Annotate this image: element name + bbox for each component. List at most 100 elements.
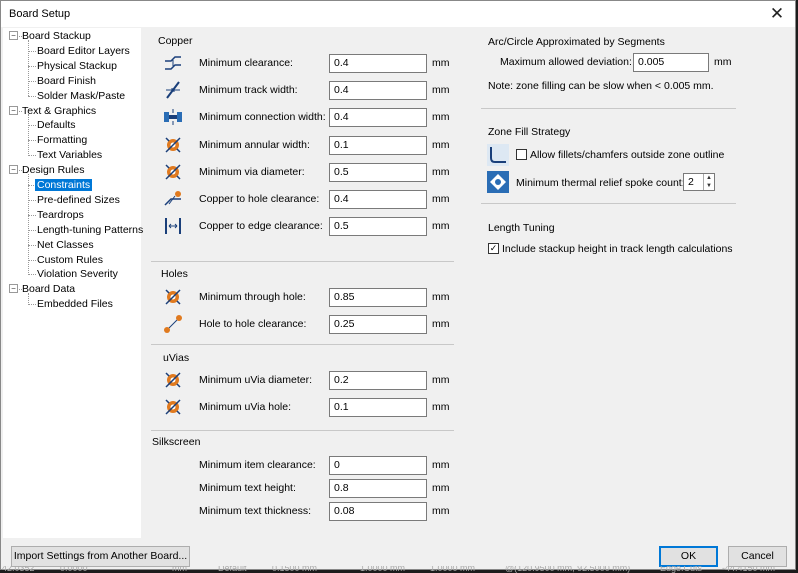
field-label: Minimum uVia hole: [199,401,292,413]
unit-label: mm [432,291,450,303]
tree-item[interactable]: Pre-defined Sizes [35,193,122,207]
tree-item-label: Length-tuning Patterns [37,223,144,236]
through-hole-icon [165,289,181,305]
unit-label: mm [432,401,450,413]
fillets-label: Allow fillets/chamfers outside zone outl… [530,149,725,161]
uvias-section-title: uVias [163,352,190,364]
copper-hole-clearance-icon [164,191,181,206]
tree-group[interactable]: Design Rules [20,163,86,177]
tree-item-label: Physical Stackup [37,59,117,72]
unit-label: mm [432,482,450,494]
value-input[interactable]: 0.4 [329,190,427,209]
tree-item-label: Constraints [35,179,93,191]
status-field: @(120.9500 mm, 92.5000 mm) [505,566,631,573]
silkscreen-section-title: Silkscreen [152,436,201,448]
fillets-checkbox[interactable] [516,149,527,160]
uvia-hole-icon [165,399,181,415]
tree-item[interactable]: Formatting [35,133,89,147]
fillet-icon [487,144,509,166]
tree-group[interactable]: Text & Graphics [20,104,98,118]
value-input[interactable]: 0.4 [329,81,427,101]
edge-clearance-icon [165,218,181,235]
hole-to-hole-icon [164,315,182,333]
unit-label: mm [432,57,450,69]
section-divider [151,261,454,262]
tree-item[interactable]: Violation Severity [35,267,120,281]
track-width-icon [166,81,180,99]
status-field: mm [172,566,187,573]
uvia-diameter-icon [165,372,181,388]
stackup-height-label: Include stackup height in track length c… [502,243,733,255]
collapse-icon[interactable]: − [9,31,18,40]
field-label: Minimum track width: [199,84,298,97]
tree-item[interactable]: Board Finish [35,74,98,88]
tree-item-label: Teardrops [37,208,84,221]
value-input[interactable]: 0 [329,456,427,475]
status-field: 1.0000 mm [430,566,476,573]
unit-label: mm [432,84,450,97]
collapse-icon[interactable]: − [9,284,18,294]
connection-width-icon [164,109,182,126]
tree-item[interactable]: Board Editor Layers [35,44,132,58]
tree-connector [28,114,29,157]
cancel-button[interactable]: Cancel [728,546,787,567]
field-label: Minimum text height: [199,482,296,494]
tree-item[interactable]: Teardrops [35,208,86,222]
collapse-icon[interactable]: − [9,105,18,115]
close-icon[interactable]: ✕ [765,3,789,25]
section-divider [481,203,736,204]
field-label: Minimum clearance: [199,57,293,69]
tree-item[interactable]: Length-tuning Patterns [35,223,145,237]
tree-item[interactable]: Text Variables [35,148,104,162]
section-divider [151,430,454,431]
status-bar: 42.0352 0.0000 mm Default 0.1500 mm 1.0000 mm… [0,566,798,573]
tree-item[interactable]: Embedded Files [35,297,115,311]
tree-group[interactable]: Board Stackup [20,29,93,43]
unit-label: mm [432,220,450,233]
unit-label: mm [432,505,450,517]
field-label: Minimum through hole: [199,291,306,303]
via-diameter-icon [165,164,181,180]
value-input[interactable]: 0.4 [329,54,427,73]
value-input[interactable]: 0.5 [329,217,427,237]
value-input[interactable]: 0.1 [329,398,427,417]
value-input[interactable]: 0.2 [329,371,427,390]
import-settings-button[interactable]: Import Settings from Another Board... [11,546,190,567]
value-input[interactable]: 0.4 [329,108,427,128]
unit-label: mm [432,165,450,178]
value-input[interactable]: 0.85 [329,288,427,307]
tree-item-label: Net Classes [37,238,94,251]
value-input[interactable]: 0.08 [329,502,427,521]
tree-item[interactable]: Solder Mask/Paste [35,89,127,103]
tree-group-label: Board Stackup [22,30,91,42]
unit-label: mm [432,193,450,205]
zone-fill-section-title: Zone Fill Strategy [488,126,571,138]
field-label: Minimum via diameter: [199,165,305,178]
value-input[interactable]: 0.8 [329,479,427,498]
field-label: Minimum text thickness: [199,505,312,517]
value-input[interactable]: 0.25 [329,315,427,334]
section-divider [151,344,454,345]
collapse-icon[interactable]: − [9,165,18,175]
stackup-height-checkbox[interactable]: ✓ [488,243,499,254]
tree-item[interactable]: Defaults [35,118,78,132]
thermal-spoke-icon [487,171,509,193]
tree-item[interactable]: Physical Stackup [35,59,119,73]
tree-item[interactable]: Custom Rules [35,253,105,267]
value-input[interactable]: 0.1 [329,135,427,155]
spoke-count-spinner[interactable]: 2 ▲ ▼ [683,173,715,191]
max-deviation-input[interactable]: 0.005 [633,53,709,72]
ok-button[interactable]: OK [659,546,718,567]
tree-item-label: Formatting [37,134,88,147]
value-input[interactable]: 0.5 [329,162,427,182]
status-field: 1.0000 mm [360,566,406,573]
tree-item-label: Board Editor Layers [37,44,130,57]
tree-item[interactable]: Constraints [35,178,93,192]
status-field: Default [218,566,247,573]
tree-item[interactable]: Net Classes [35,238,96,252]
tree-connector [28,174,29,276]
unit-label: mm [432,318,450,330]
tree-item-label: Text Variables [37,149,103,162]
spin-up-icon[interactable]: ▲ [703,174,714,182]
spin-down-icon[interactable]: ▼ [703,182,714,190]
